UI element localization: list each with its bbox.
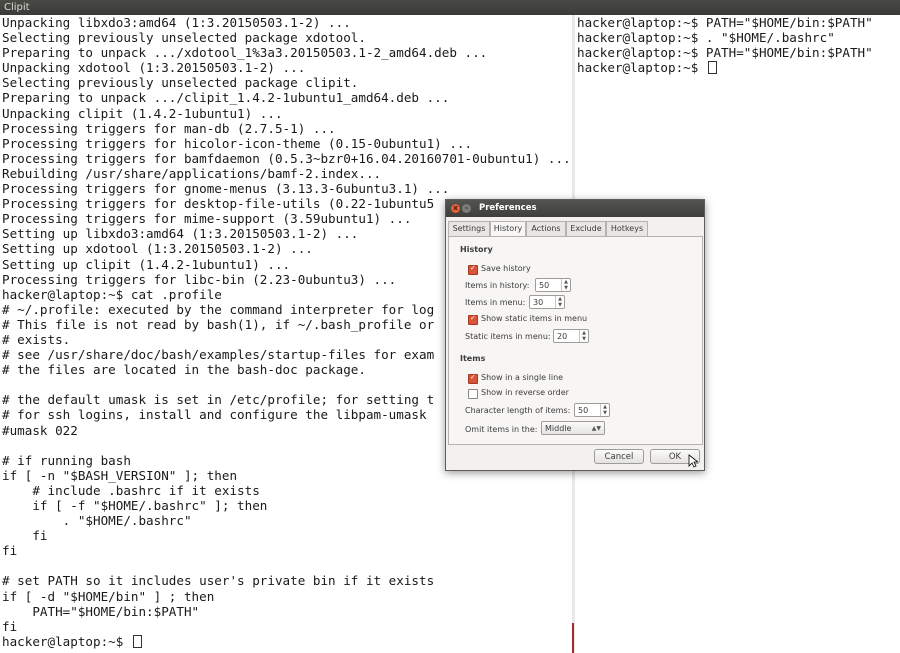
right-line: hacker@laptop:~$ PATH="$HOME/bin:$PATH" (577, 45, 873, 61)
left-line (2, 558, 572, 573)
left-line: Processing triggers for man-db (2.7.5-1)… (2, 120, 336, 136)
static-items-spinner[interactable]: 20 ▲ ▼ (553, 329, 589, 343)
mouse-pointer-icon (688, 454, 698, 468)
left-line: fi (2, 618, 18, 634)
left-line: Selecting previously unselected package … (2, 75, 359, 91)
combo-arrows-icon: ▲▼ (591, 425, 601, 432)
divider-marker (572, 623, 574, 653)
left-line: # include .bashrc if it exists (2, 482, 260, 498)
items-in-menu-value: 30 (533, 298, 544, 307)
preferences-dialog: x – Preferences Settings History Actions… (445, 199, 705, 471)
spinner-arrows-icon[interactable]: ▲ ▼ (579, 330, 588, 342)
right-line: hacker@laptop:~$ . "$HOME/.bashrc" (577, 30, 835, 46)
single-line-checkbox[interactable] (468, 373, 478, 384)
left-line: Processing triggers for hicolor-icon-the… (2, 135, 473, 151)
items-in-history-label: Items in history: (465, 281, 530, 290)
history-tab-panel: History Save history Items in history: 5… (448, 236, 703, 445)
left-line: # set PATH so it includes user's private… (2, 573, 435, 589)
window-title-bar[interactable]: Clipit (0, 0, 900, 15)
left-prompt-line[interactable]: hacker@laptop:~$ (2, 634, 572, 649)
close-icon[interactable]: x (451, 204, 460, 213)
char-length-spinner[interactable]: 50 ▲ ▼ (574, 403, 610, 417)
left-line: fi (2, 528, 48, 544)
tab-settings[interactable]: Settings (448, 221, 490, 237)
dialog-title-bar[interactable]: x – Preferences (446, 200, 704, 217)
cancel-button[interactable]: Cancel (594, 449, 644, 464)
left-line: if [ -d "$HOME/bin" ] ; then (2, 588, 215, 604)
tab-hotkeys[interactable]: Hotkeys (606, 221, 648, 237)
show-static-checkbox[interactable] (468, 314, 478, 325)
shell-prompt: hacker@laptop:~$ (2, 633, 131, 649)
show-static-label: Show static items in menu (481, 314, 588, 323)
left-line: Preparing to unpack .../xdotool_1%3a3.20… (2, 45, 488, 61)
left-line: Preparing to unpack .../clipit_1.4.2-1ub… (2, 90, 450, 106)
left-line: if [ -f "$HOME/.bashrc" ]; then (2, 498, 268, 513)
shell-prompt: hacker@laptop:~$ (577, 60, 706, 76)
minimize-icon[interactable]: – (462, 204, 471, 213)
left-line: fi (2, 543, 18, 559)
items-in-history-spinner[interactable]: 50 ▲ ▼ (535, 278, 571, 292)
reverse-order-checkbox[interactable] (468, 389, 478, 399)
static-items-value: 20 (557, 332, 568, 341)
save-history-label: Save history (481, 264, 531, 273)
history-section-heading: History (460, 245, 493, 254)
items-in-menu-spinner[interactable]: 30 ▲ ▼ (529, 295, 565, 309)
items-in-menu-label: Items in menu: (465, 298, 526, 307)
omit-items-label: Omit items in the: (465, 425, 538, 434)
spinner-arrows-icon[interactable]: ▲ ▼ (561, 279, 570, 291)
window-title: Clipit (4, 2, 30, 13)
left-line: Rebuilding /usr/share/applications/bamf-… (2, 165, 382, 181)
static-items-label: Static items in menu: (465, 332, 551, 341)
tab-actions[interactable]: Actions (526, 221, 566, 237)
reverse-order-label: Show in reverse order (481, 388, 569, 397)
right-line: hacker@laptop:~$ PATH="$HOME/bin:$PATH" (577, 15, 873, 30)
char-length-value: 50 (578, 406, 589, 415)
left-line: Processing triggers for gnome-menus (3.1… (2, 181, 450, 197)
right-prompt-line[interactable]: hacker@laptop:~$ (577, 60, 900, 75)
spinner-arrows-icon[interactable]: ▲ ▼ (555, 296, 564, 308)
spinner-arrows-icon[interactable]: ▲ ▼ (600, 404, 609, 416)
omit-items-select[interactable]: Middle ▲▼ (541, 421, 605, 435)
save-history-checkbox[interactable] (468, 264, 478, 275)
tab-exclude[interactable]: Exclude (566, 221, 606, 237)
omit-items-value: Middle (545, 424, 572, 433)
single-line-label: Show in a single line (481, 373, 564, 382)
dialog-title: Preferences (479, 203, 537, 213)
items-in-history-value: 50 (539, 281, 550, 290)
left-line: Unpacking clipit (1.4.2-1ubuntu1) ... (2, 105, 283, 121)
left-line: PATH="$HOME/bin:$PATH" (2, 603, 200, 619)
items-section-heading: Items (460, 354, 486, 363)
left-line: Processing triggers for bamfdaemon (0.5.… (2, 150, 571, 166)
text-cursor (132, 634, 142, 648)
left-line: Selecting previously unselected package … (2, 30, 366, 46)
left-line: Unpacking libxdo3:amd64 (1:3.20150503.1-… (2, 15, 351, 30)
char-length-label: Character length of items: (465, 406, 571, 415)
left-line: . "$HOME/.bashrc" (2, 513, 192, 529)
right-terminal-output: hacker@laptop:~$ PATH="$HOME/bin:$PATH" h… (575, 15, 900, 75)
text-cursor (707, 61, 717, 75)
left-line: Unpacking xdotool (1:3.20150503.1-2) ... (2, 60, 306, 76)
